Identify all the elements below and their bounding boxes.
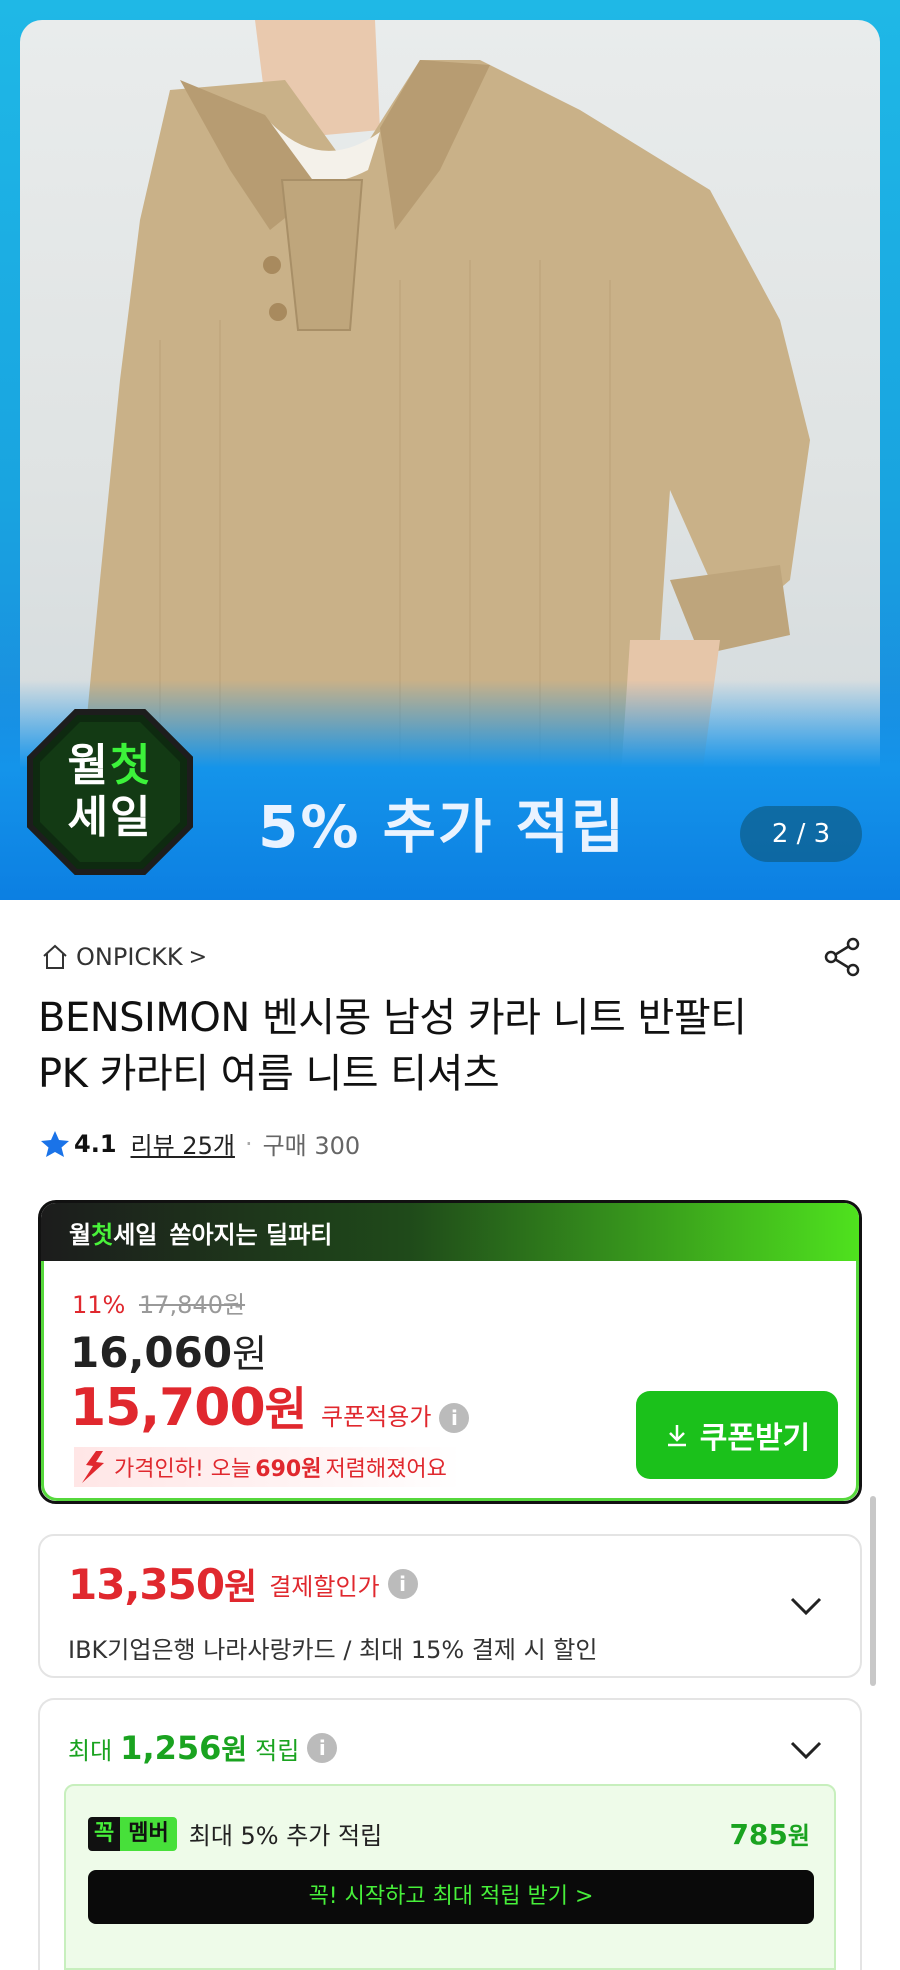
card-discount-price: 13,350	[68, 1559, 225, 1609]
coupon-price-label: 쿠폰적용가	[321, 1403, 432, 1431]
card-discount-description: IBK기업은행 나라사랑카드 / 최대 15% 결제 시 할인	[68, 1636, 598, 1664]
store-link[interactable]: ONPICKK >	[40, 940, 207, 974]
info-icon[interactable]: i	[307, 1733, 338, 1763]
product-image-carousel[interactable]: 월첫 세일 5% 추가 적립 2 / 3	[0, 0, 900, 900]
discount-percent: 11%	[72, 1291, 126, 1319]
download-icon	[667, 1425, 686, 1447]
rating-row: 4.1 리뷰 25개 · 구매 300	[40, 1126, 360, 1161]
membership-badge: 꼭 멤버	[88, 1816, 177, 1851]
chevron-right-icon: >	[188, 944, 208, 970]
membership-amount: 785원	[729, 1818, 810, 1851]
rating-score: 4.1	[74, 1129, 117, 1158]
max-points: 최대 1,256 원 적립 i	[68, 1728, 338, 1768]
price-drop-notice: 가격인하! 오늘 690원 저렴해졌어요	[74, 1447, 461, 1487]
scrollbar-thumb[interactable]	[870, 1496, 876, 1686]
product-title: BENSIMON 벤시몽 남성 카라 니트 반팔티 PK 카라티 여름 니트 티…	[38, 995, 747, 1097]
star-icon	[41, 1130, 69, 1157]
separator: ·	[244, 1129, 253, 1158]
deal-price-card: 월 첫 세일 쏟아지는 딜파티 11% 17,840원 16,060원 15,700…	[38, 1200, 862, 1504]
info-icon[interactable]: i	[439, 1403, 470, 1433]
price-down-arrow-icon	[82, 1451, 104, 1483]
info-icon[interactable]: i	[387, 1569, 418, 1599]
coupon-price: 15,700 원 쿠폰적용가 i	[70, 1373, 470, 1439]
membership-box: 꼭 멤버 최대 5% 추가 적립 785원 꼭! 시작하고 최대 적립 받기 >	[64, 1784, 836, 1970]
carousel-page-indicator: 2 / 3	[740, 806, 862, 862]
chevron-down-icon[interactable]	[788, 1594, 824, 1618]
reviews-link[interactable]: 리뷰 25개	[131, 1126, 235, 1161]
start-membership-button[interactable]: 꼭! 시작하고 최대 적립 받기 >	[88, 1870, 814, 1924]
membership-text: 최대 5% 추가 적립	[188, 1822, 383, 1850]
deal-card-header: 월 첫 세일 쏟아지는 딜파티	[41, 1203, 859, 1261]
monthly-first-sale-badge: 월첫 세일	[26, 708, 194, 876]
chevron-down-icon[interactable]	[788, 1738, 824, 1762]
store-name: ONPICKK	[76, 943, 183, 971]
product-photo	[20, 20, 880, 790]
sale-price: 16,060원	[70, 1328, 268, 1377]
points-section: 최대 1,256 원 적립 i 꼭 멤버 최대 5% 추가 적립 785원 꼭! …	[38, 1698, 862, 1970]
purchase-count: 구매 300	[262, 1132, 361, 1160]
card-discount-label: 결제할인가	[269, 1572, 380, 1601]
card-discount-section[interactable]: 13,350 원 결제할인가 i IBK기업은행 나라사랑카드 / 최대 15%…	[38, 1534, 862, 1678]
discount-row: 11% 17,840원	[72, 1285, 245, 1320]
original-price: 17,840원	[138, 1291, 246, 1319]
home-icon	[43, 944, 67, 969]
get-coupon-button[interactable]: 쿠폰받기	[636, 1391, 838, 1479]
share-icon[interactable]	[820, 934, 866, 980]
banner-headline: 5% 추가 적립	[258, 793, 627, 861]
